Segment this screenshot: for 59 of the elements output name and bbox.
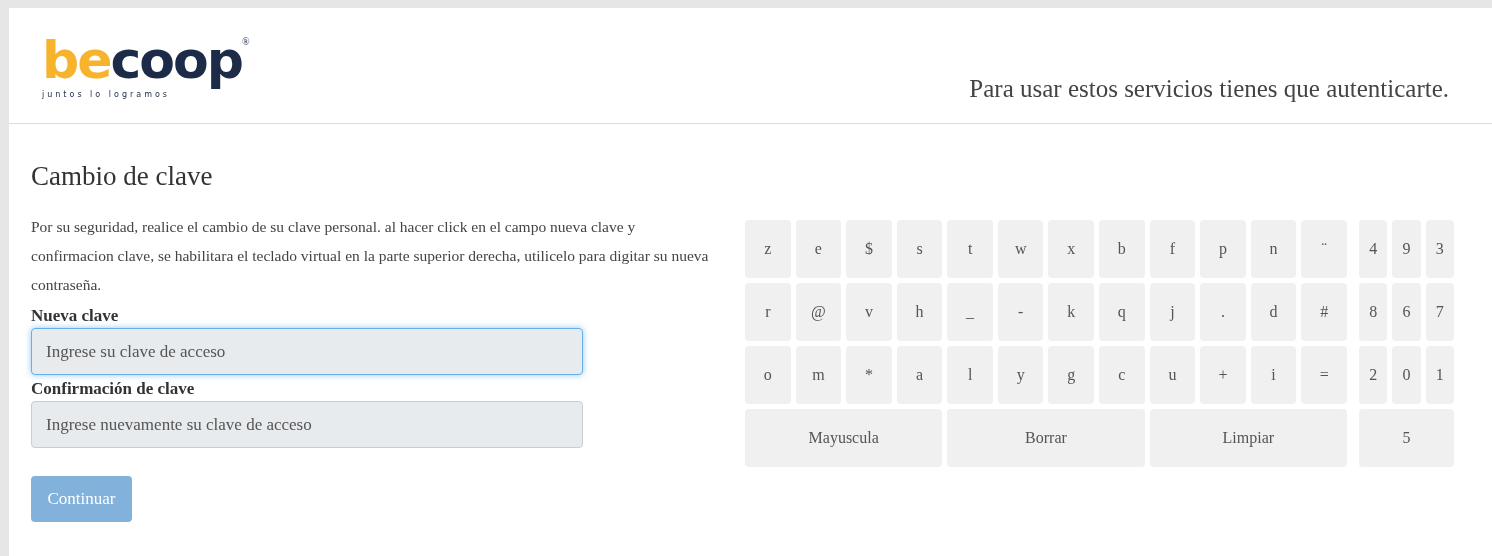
keyboard-key[interactable]: d <box>1250 283 1297 341</box>
keyboard-key[interactable]: Mayuscula <box>745 409 943 467</box>
keyboard-key[interactable]: . <box>1200 283 1246 341</box>
field-label: Confirmación de clave <box>31 379 196 399</box>
keyboard-key[interactable]: _ <box>947 283 993 341</box>
keyboard-key[interactable]: g <box>1048 346 1095 404</box>
keyboard-key[interactable]: = <box>1301 346 1347 404</box>
keyboard-key[interactable]: 5 <box>1359 409 1454 467</box>
keyboard-key[interactable]: v <box>846 283 892 341</box>
keyboard-key[interactable]: 9 <box>1392 220 1421 278</box>
keyboard-key[interactable]: @ <box>795 283 842 341</box>
keyboard-key[interactable]: # <box>1301 283 1347 341</box>
keyboard-key[interactable]: 1 <box>1425 346 1454 404</box>
keyboard-key[interactable]: ¨ <box>1301 220 1347 278</box>
keyboard-key[interactable]: 6 <box>1392 283 1421 341</box>
password-field[interactable]: Ingrese su clave de acceso <box>31 328 583 375</box>
keyboard-key[interactable]: s <box>896 220 943 278</box>
keyboard-key[interactable]: a <box>896 346 943 404</box>
logo-tagline: juntos lo logramos <box>42 90 171 100</box>
keyboard-key[interactable]: e <box>795 220 842 278</box>
instructions-paragraph: Por su seguridad, realice el cambio de su clave personal. al hacer click en el campo nueva clave y confirmacion clave, se habilitara el teclado virtual en la parte superior derecha, utilicelo para digitar su nueva contraseña. <box>31 217 710 295</box>
keyboard-key[interactable]: $ <box>846 220 892 278</box>
page-title: Cambio de clave <box>31 160 214 192</box>
keyboard-key[interactable]: x <box>1048 220 1095 278</box>
keyboard-key[interactable]: Borrar <box>947 409 1145 467</box>
keyboard-key[interactable]: b <box>1099 220 1145 278</box>
keyboard-key[interactable]: o <box>745 346 791 404</box>
keyboard-key[interactable]: 0 <box>1392 346 1421 404</box>
keyboard-key[interactable]: h <box>896 283 943 341</box>
keyboard-key[interactable]: 3 <box>1425 220 1454 278</box>
keyboard-key[interactable]: * <box>846 346 892 404</box>
keyboard-key[interactable]: n <box>1250 220 1297 278</box>
keyboard-key[interactable]: w <box>997 220 1044 278</box>
keyboard-key[interactable]: y <box>997 346 1044 404</box>
keyboard-key[interactable]: Limpiar <box>1149 409 1347 467</box>
keyboard-key[interactable]: 2 <box>1359 346 1388 404</box>
password-field[interactable]: Ingrese nuevamente su clave de acceso <box>31 401 583 448</box>
keyboard-key[interactable]: q <box>1099 283 1145 341</box>
keyboard-key[interactable]: r <box>745 283 791 341</box>
keyboard-key[interactable]: f <box>1149 220 1196 278</box>
keyboard-key[interactable]: m <box>795 346 842 404</box>
keyboard-key[interactable]: l <box>947 346 993 404</box>
registered-icon: ® <box>242 34 250 49</box>
keyboard-key[interactable]: c <box>1099 346 1145 404</box>
keyboard-key[interactable]: - <box>997 283 1044 341</box>
keyboard-key[interactable]: k <box>1048 283 1095 341</box>
keyboard-key[interactable]: j <box>1149 283 1196 341</box>
keyboard-key[interactable]: 7 <box>1425 283 1454 341</box>
keyboard-key[interactable]: + <box>1200 346 1246 404</box>
keyboard-key[interactable]: t <box>947 220 993 278</box>
field-label: Nueva clave <box>31 306 120 326</box>
keyboard-key[interactable]: u <box>1149 346 1196 404</box>
auth-notice: Para usar estos servicios tienes que autenticarte. <box>969 74 1449 104</box>
logo-wordmark: becoop <box>42 30 242 90</box>
keyboard-key[interactable]: i <box>1250 346 1297 404</box>
keyboard-key[interactable]: 8 <box>1359 283 1388 341</box>
keyboard-key[interactable]: 4 <box>1359 220 1388 278</box>
keyboard-key[interactable]: p <box>1200 220 1246 278</box>
keyboard-key[interactable]: z <box>745 220 791 278</box>
